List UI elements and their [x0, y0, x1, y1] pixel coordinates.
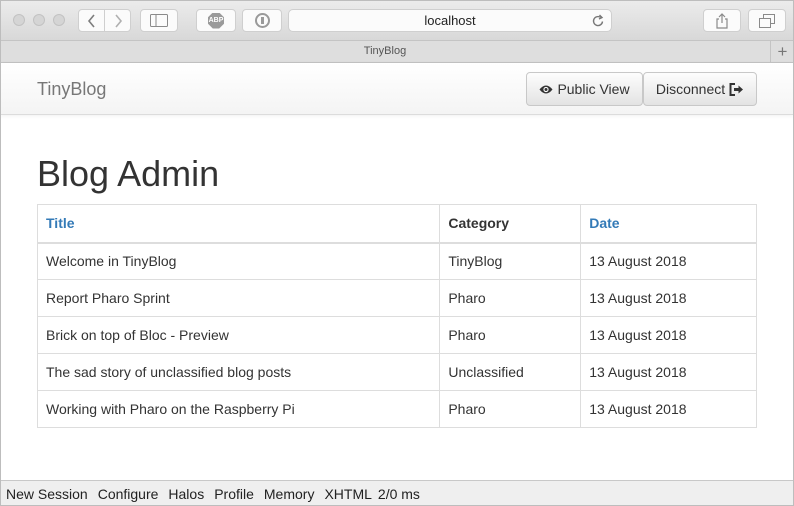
xhtml-link[interactable]: XHTML [324, 486, 371, 502]
browser-titlebar: ABP localhost [0, 0, 794, 41]
sidebar-toggle-button[interactable] [140, 9, 178, 32]
tabs-overview-icon [759, 13, 775, 28]
post-title-cell: Welcome in TinyBlog [36, 242, 441, 280]
adblock-button[interactable]: ABP [196, 9, 236, 32]
window-close-button[interactable] [13, 14, 25, 26]
tab-tinyblog[interactable]: TinyBlog [0, 45, 770, 57]
eye-icon [539, 85, 553, 93]
new-session-link[interactable]: New Session [6, 486, 88, 502]
page-title: Blog Admin [37, 153, 220, 194]
back-button[interactable] [78, 9, 105, 32]
disconnect-button[interactable]: Disconnect [643, 72, 757, 106]
post-date-cell: 13 August 2018 [580, 242, 757, 280]
post-category-cell: Pharo [439, 390, 582, 428]
public-view-button[interactable]: Public View [526, 72, 643, 106]
profile-link[interactable]: Profile [214, 486, 254, 502]
window-maximize-button[interactable] [53, 14, 65, 26]
post-title-cell: Brick on top of Bloc - Preview [36, 316, 441, 354]
public-view-label: Public View [557, 81, 630, 97]
post-date-cell: 13 August 2018 [580, 279, 757, 317]
column-header-title[interactable]: Title [36, 204, 441, 244]
share-button[interactable] [703, 9, 741, 32]
post-date-cell: 13 August 2018 [580, 316, 757, 354]
configure-link[interactable]: Configure [98, 486, 159, 502]
chevron-left-icon [87, 13, 95, 28]
post-category-cell: TinyBlog [439, 242, 582, 280]
table-row: Report Pharo Sprint Pharo 13 August 2018 [36, 279, 757, 317]
post-category-cell: Pharo [439, 316, 582, 354]
chevron-right-icon [114, 13, 122, 28]
memory-link[interactable]: Memory [264, 486, 315, 502]
post-title-cell: Working with Pharo on the Raspberry Pi [36, 390, 441, 428]
seaside-toolbar: New Session Configure Halos Profile Memo… [0, 480, 794, 506]
post-date-cell: 13 August 2018 [580, 353, 757, 391]
tab-bar: TinyBlog + [0, 41, 794, 63]
sidebar-icon [150, 14, 168, 27]
halos-link[interactable]: Halos [168, 486, 204, 502]
window-minimize-button[interactable] [33, 14, 45, 26]
reload-icon[interactable] [592, 14, 605, 28]
posts-table: Title Category Date Welcome in TinyBlog … [36, 204, 757, 428]
password-manager-icon [254, 13, 270, 28]
adblock-icon: ABP [208, 12, 224, 29]
app-navbar: TinyBlog Public View Disconnect [0, 63, 794, 115]
forward-button[interactable] [104, 9, 131, 32]
table-header-row: Title Category Date [36, 204, 757, 244]
share-icon [716, 12, 728, 29]
brand-link[interactable]: TinyBlog [37, 79, 106, 100]
sign-out-icon [729, 82, 744, 96]
address-bar[interactable]: localhost [288, 9, 612, 32]
new-tab-button[interactable]: + [770, 41, 794, 62]
post-title-cell: Report Pharo Sprint [36, 279, 441, 317]
disconnect-label: Disconnect [655, 81, 726, 97]
table-row: Welcome in TinyBlog TinyBlog 13 August 2… [36, 242, 757, 280]
column-header-date[interactable]: Date [580, 204, 757, 244]
table-row: The sad story of unclassified blog posts… [36, 353, 757, 391]
show-tabs-button[interactable] [748, 9, 786, 32]
post-category-cell: Unclassified [439, 353, 582, 391]
post-title-cell: The sad story of unclassified blog posts [36, 353, 441, 391]
column-header-category: Category [439, 204, 582, 244]
plus-icon: + [777, 41, 788, 61]
post-date-cell: 13 August 2018 [580, 390, 757, 428]
url-text: localhost [424, 13, 476, 28]
post-category-cell: Pharo [439, 279, 582, 317]
table-row: Working with Pharo on the Raspberry Pi P… [36, 390, 757, 428]
table-row: Brick on top of Bloc - Preview Pharo 13 … [36, 316, 757, 354]
render-timing: 2/0 ms [377, 485, 420, 502]
password-manager-button[interactable] [242, 9, 282, 32]
